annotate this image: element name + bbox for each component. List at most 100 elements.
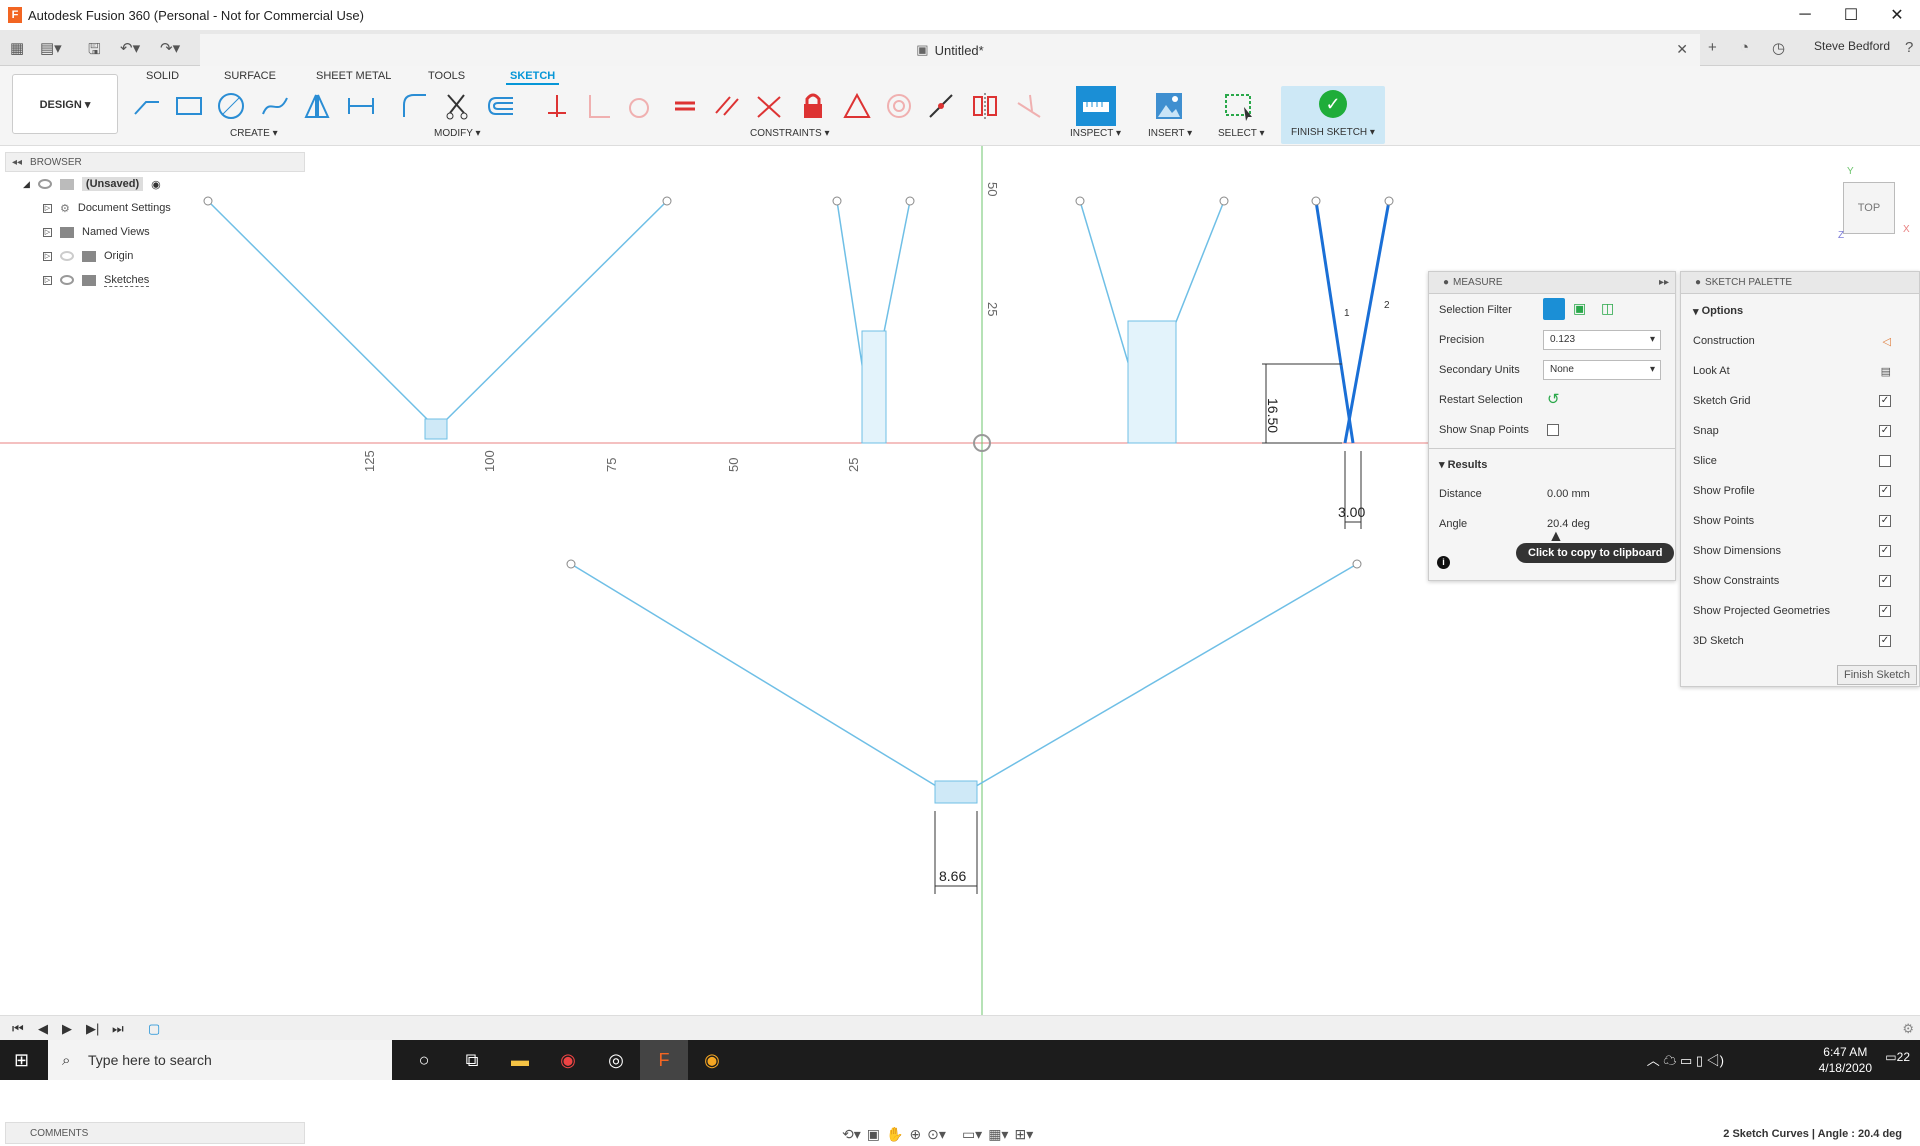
notification-center-icon[interactable]: ▭22: [1885, 1050, 1910, 1064]
go-to-end-icon[interactable]: ⏭: [112, 1021, 124, 1037]
rectangle-tool-icon[interactable]: [172, 89, 206, 123]
close-window-button[interactable]: ✕: [1874, 0, 1920, 30]
trim-tool-icon[interactable]: [440, 89, 474, 123]
distance-value[interactable]: 0.00 mm: [1547, 488, 1590, 500]
restart-icon[interactable]: ↺: [1547, 390, 1560, 408]
fillet-tool-icon[interactable]: [398, 89, 432, 123]
palette-checkbox[interactable]: ✓: [1879, 425, 1891, 437]
system-tray-icons[interactable]: ︿ ☁ ▭ ▯ ◁): [1647, 1050, 1724, 1069]
secondary-units-select[interactable]: None: [1543, 360, 1661, 380]
select-menu[interactable]: SELECT ▾: [1218, 128, 1265, 139]
symmetry-constraint-icon[interactable]: [968, 89, 1002, 123]
tangent-constraint-icon[interactable]: [622, 89, 656, 123]
palette-row-snap[interactable]: Snap ✓: [1693, 416, 1909, 446]
equal-constraint-icon[interactable]: [668, 89, 702, 123]
save-icon[interactable]: 🖫: [88, 39, 101, 64]
palette-checkbox[interactable]: ✓: [1879, 635, 1891, 647]
maximize-button[interactable]: ☐: [1828, 0, 1874, 30]
results-header[interactable]: ▾ Results: [1439, 458, 1487, 471]
precision-select[interactable]: 0.123: [1543, 330, 1661, 350]
sketch-timeline-icon[interactable]: ▢: [148, 1021, 160, 1037]
create-menu[interactable]: CREATE ▾: [230, 128, 278, 139]
display-settings-icon[interactable]: ▭▾: [962, 1126, 982, 1143]
palette-row-look-at[interactable]: Look At ▤: [1693, 356, 1909, 386]
pan-icon[interactable]: ✋: [886, 1126, 903, 1143]
chrome-alt-icon[interactable]: ◉: [688, 1040, 736, 1080]
inspect-menu[interactable]: INSPECT ▾: [1070, 128, 1121, 139]
palette-row-show-projected-geometries[interactable]: Show Projected Geometries ✓: [1693, 596, 1909, 626]
file-explorer-icon[interactable]: ▬: [496, 1040, 544, 1080]
perpendicular-constraint-icon[interactable]: [582, 89, 616, 123]
go-to-start-icon[interactable]: ⏮: [12, 1021, 24, 1037]
fusion-taskbar-icon[interactable]: F: [640, 1040, 688, 1080]
palette-checkbox[interactable]: ✓: [1879, 485, 1891, 497]
collapse-icon[interactable]: ◂◂: [12, 157, 22, 168]
taskbar-search[interactable]: ⌕ Type here to search: [48, 1040, 392, 1080]
spline-tool-icon[interactable]: [258, 89, 292, 123]
insert-menu[interactable]: INSERT ▾: [1148, 128, 1192, 139]
grid-settings-icon[interactable]: ▦▾: [988, 1126, 1008, 1143]
dimension-tool-icon[interactable]: [344, 89, 378, 123]
palette-row-3d-sketch[interactable]: 3D Sketch ✓: [1693, 626, 1909, 656]
expand-icon[interactable]: ▷: [43, 275, 52, 285]
tab-tools[interactable]: TOOLS: [424, 67, 469, 85]
finish-sketch-button[interactable]: ✓ FINISH SKETCH ▾: [1281, 86, 1385, 144]
browser-item-named-views[interactable]: ▷ Named Views: [5, 220, 305, 244]
browser-item-root[interactable]: ◢ (Unsaved) ◉: [5, 172, 305, 196]
step-back-icon[interactable]: ◀: [38, 1021, 48, 1037]
view-cube[interactable]: TOP: [1843, 182, 1895, 234]
palette-row-sketch-grid[interactable]: Sketch Grid ✓: [1693, 386, 1909, 416]
measure-tool-icon[interactable]: [1076, 86, 1116, 126]
browser-item-origin[interactable]: ▷ Origin: [5, 244, 305, 268]
insert-image-icon[interactable]: [1152, 89, 1186, 123]
browser-item-document-settings[interactable]: ▷ ⚙ Document Settings: [5, 196, 305, 220]
design-workspace-button[interactable]: DESIGN ▾: [12, 74, 118, 134]
visibility-icon[interactable]: [60, 275, 74, 285]
browser-header[interactable]: ◂◂ BROWSER: [5, 152, 305, 172]
palette-checkbox[interactable]: ✓: [1879, 545, 1891, 557]
look-at-icon[interactable]: ▤: [1881, 365, 1891, 378]
concentric-constraint-icon[interactable]: [882, 89, 916, 123]
finish-sketch-small-button[interactable]: Finish Sketch: [1837, 665, 1917, 685]
perpendicular-x-constraint-icon[interactable]: [752, 89, 786, 123]
step-forward-icon[interactable]: ▶|: [86, 1021, 99, 1037]
help-icon[interactable]: ?: [1905, 39, 1913, 56]
palette-checkbox[interactable]: [1879, 455, 1891, 467]
filter-edge-icon[interactable]: ◫: [1601, 300, 1614, 317]
activate-icon[interactable]: ◉: [151, 178, 161, 191]
user-name[interactable]: Steve Bedford: [1814, 39, 1890, 53]
palette-header[interactable]: ● SKETCH PALETTE: [1681, 272, 1919, 294]
options-header[interactable]: ▾ Options: [1693, 296, 1909, 326]
construction-icon[interactable]: ◁: [1883, 335, 1891, 348]
chrome-icon[interactable]: ◉: [544, 1040, 592, 1080]
job-status-icon[interactable]: ◔: [1740, 39, 1749, 56]
clock[interactable]: 6:47 AM 4/18/2020: [1819, 1044, 1872, 1076]
orbit-icon[interactable]: ⟲▾: [842, 1126, 861, 1143]
filter-body-icon[interactable]: [1543, 298, 1565, 320]
palette-row-show-constraints[interactable]: Show Constraints ✓: [1693, 566, 1909, 596]
palette-checkbox[interactable]: ✓: [1879, 515, 1891, 527]
constraints-menu[interactable]: CONSTRAINTS ▾: [750, 128, 829, 139]
modify-menu[interactable]: MODIFY ▾: [434, 128, 481, 139]
line-tool-icon[interactable]: [130, 89, 164, 123]
snap-points-checkbox[interactable]: [1547, 424, 1559, 436]
filter-face-icon[interactable]: ▣: [1573, 300, 1586, 317]
palette-checkbox[interactable]: ✓: [1879, 395, 1891, 407]
palette-checkbox[interactable]: ✓: [1879, 575, 1891, 587]
document-tab[interactable]: ▣ Untitled* ✕: [200, 34, 1700, 66]
timeline-settings-icon[interactable]: ⚙: [1902, 1021, 1914, 1037]
look-at-icon[interactable]: ▣: [867, 1126, 880, 1143]
close-tab-icon[interactable]: ✕: [1676, 41, 1688, 58]
midpoint-constraint-icon[interactable]: [840, 89, 874, 123]
expand-icon[interactable]: ▷: [43, 227, 52, 237]
expand-icon[interactable]: ▷: [43, 203, 52, 213]
expand-icon[interactable]: ◢: [23, 179, 30, 190]
tab-solid[interactable]: SOLID: [142, 67, 183, 85]
collinear-constraint-icon[interactable]: [924, 89, 958, 123]
info-icon[interactable]: i: [1437, 556, 1450, 569]
comments-bar[interactable]: COMMENTS: [5, 1122, 305, 1144]
palette-row-show-profile[interactable]: Show Profile ✓: [1693, 476, 1909, 506]
windows-start-icon[interactable]: ⊞: [14, 1050, 29, 1071]
zoom-icon[interactable]: ⊕: [909, 1126, 921, 1143]
palette-checkbox[interactable]: ✓: [1879, 605, 1891, 617]
